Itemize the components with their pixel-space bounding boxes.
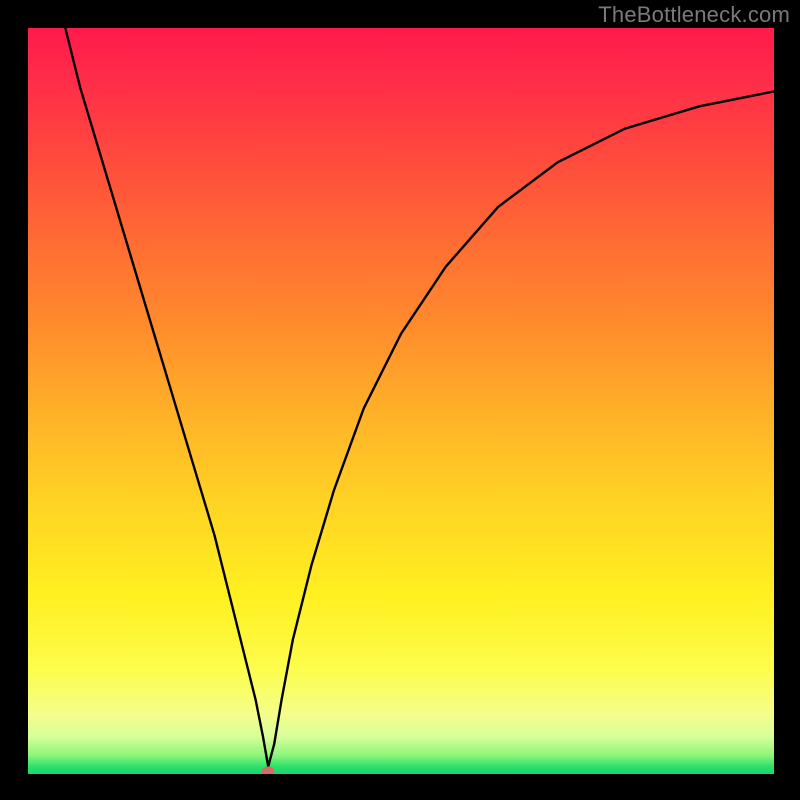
plot-area bbox=[28, 28, 774, 774]
bottleneck-curve bbox=[28, 28, 774, 774]
watermark-text: TheBottleneck.com bbox=[598, 2, 790, 28]
chart-frame: TheBottleneck.com bbox=[0, 0, 800, 800]
optimal-point-marker bbox=[262, 767, 275, 774]
